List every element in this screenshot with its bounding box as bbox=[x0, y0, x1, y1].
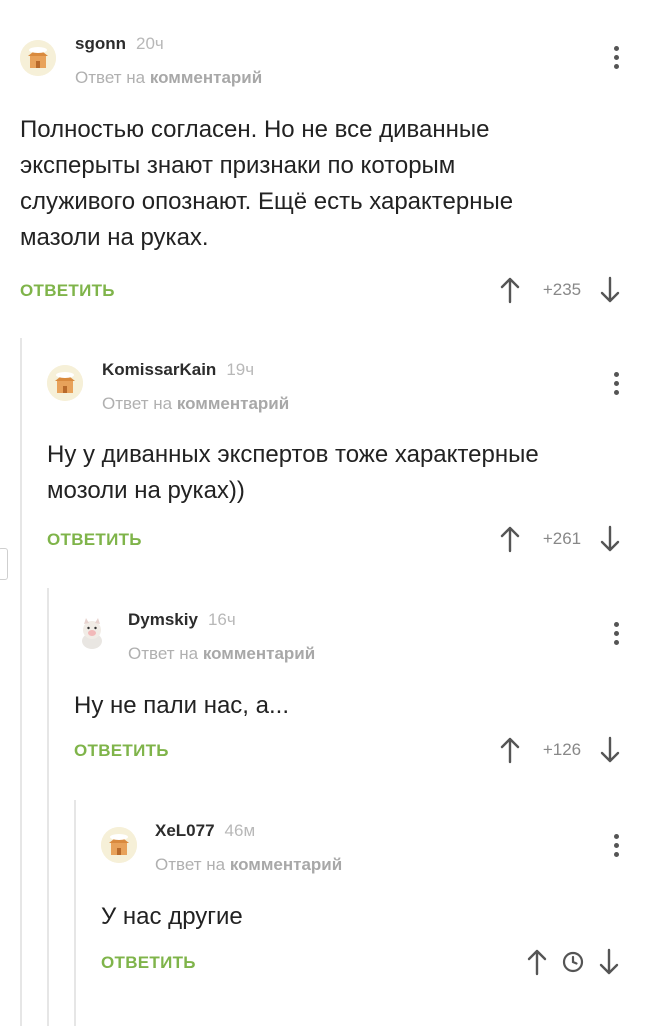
username[interactable]: Dymskiy 16ч bbox=[128, 610, 236, 630]
more-options-icon[interactable] bbox=[606, 42, 626, 72]
comment-text: Ну не пали нас, а... bbox=[74, 692, 289, 719]
timestamp: 16ч bbox=[207, 610, 236, 629]
more-options-icon[interactable] bbox=[606, 368, 626, 398]
comment-text: У нас другие bbox=[101, 903, 243, 930]
house-avatar-icon bbox=[47, 365, 83, 401]
avatar[interactable] bbox=[74, 615, 110, 651]
timestamp: 46м bbox=[224, 821, 256, 840]
reply-to-link[interactable]: комментарий bbox=[150, 68, 262, 87]
rating-score: +261 bbox=[542, 529, 582, 548]
upvote-arrow-icon[interactable] bbox=[526, 948, 548, 976]
avatar[interactable] bbox=[20, 40, 56, 76]
timestamp: 19ч bbox=[226, 360, 255, 379]
reply-to-label: Ответ на комментарий bbox=[75, 68, 263, 87]
username[interactable]: sgonn 20ч bbox=[75, 34, 164, 54]
clock-icon bbox=[562, 951, 584, 973]
rating-score: +235 bbox=[542, 280, 582, 299]
rating-score: +126 bbox=[542, 740, 582, 759]
house-avatar-icon bbox=[101, 827, 137, 863]
reply-to-link[interactable]: комментарий bbox=[177, 394, 289, 413]
thread-line-level-1 bbox=[20, 338, 22, 1026]
upvote-arrow-icon[interactable] bbox=[499, 525, 521, 553]
reply-button[interactable]: ОТВЕТИТЬ bbox=[74, 741, 169, 761]
username[interactable]: XeL077 46м bbox=[155, 821, 255, 841]
reply-to-label: Ответ на комментарий bbox=[128, 644, 316, 663]
vote-controls bbox=[526, 948, 620, 976]
comment-text: Ну у диванных экспертов тоже характерные… bbox=[47, 441, 539, 504]
avatar[interactable] bbox=[47, 365, 83, 401]
reply-to-link[interactable]: комментарий bbox=[230, 855, 342, 874]
avatar[interactable] bbox=[101, 827, 137, 863]
timestamp: 20ч bbox=[136, 34, 164, 53]
reply-to-label: Ответ на комментарий bbox=[102, 394, 290, 413]
thread-line-level-3 bbox=[74, 800, 76, 1026]
upvote-arrow-icon[interactable] bbox=[499, 736, 521, 764]
more-options-icon[interactable] bbox=[606, 830, 626, 860]
downvote-arrow-icon[interactable] bbox=[598, 948, 620, 976]
comment-text: Полностью согласен. Но не все диванные э… bbox=[20, 116, 514, 251]
vote-controls: +126 bbox=[499, 736, 621, 764]
downvote-arrow-icon[interactable] bbox=[599, 736, 621, 764]
vote-controls: +261 bbox=[499, 525, 621, 553]
downvote-arrow-icon[interactable] bbox=[599, 276, 621, 304]
reply-button[interactable]: ОТВЕТИТЬ bbox=[20, 281, 115, 301]
pig-toy-avatar-icon bbox=[74, 615, 110, 651]
reply-button[interactable]: ОТВЕТИТЬ bbox=[101, 953, 196, 973]
reply-to-link[interactable]: комментарий bbox=[203, 644, 315, 663]
more-options-icon[interactable] bbox=[606, 618, 626, 648]
thread-line-level-2 bbox=[47, 588, 49, 1026]
house-avatar-icon bbox=[20, 40, 56, 76]
upvote-arrow-icon[interactable] bbox=[499, 276, 521, 304]
downvote-arrow-icon[interactable] bbox=[599, 525, 621, 553]
vote-controls: +235 bbox=[499, 276, 621, 304]
reply-to-label: Ответ на комментарий bbox=[155, 855, 343, 874]
username[interactable]: KomissarKain 19ч bbox=[102, 360, 254, 380]
collapse-thread-handle[interactable] bbox=[0, 548, 8, 580]
reply-button[interactable]: ОТВЕТИТЬ bbox=[47, 530, 142, 550]
